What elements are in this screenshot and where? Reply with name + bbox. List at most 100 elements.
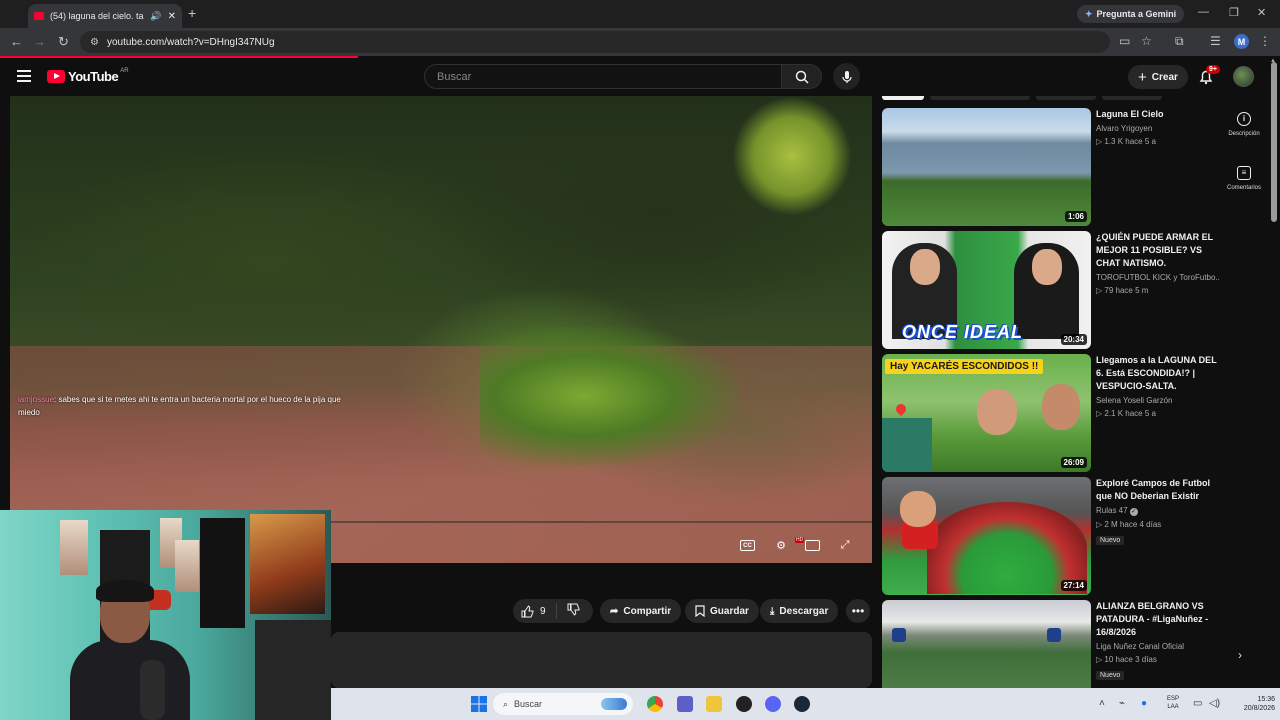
- chip[interactable]: [1036, 96, 1096, 100]
- site-info-icon[interactable]: ⚙: [90, 37, 99, 48]
- save-button[interactable]: Guardar: [685, 599, 759, 623]
- chevron-right-icon[interactable]: ›: [1238, 648, 1242, 662]
- description-panel-button[interactable]: i Descripción: [1222, 112, 1266, 137]
- video-meta: ▷ 2.1 K hace 5 a: [1096, 409, 1156, 418]
- steam-icon[interactable]: [794, 696, 810, 712]
- scrollbar[interactable]: [1271, 62, 1277, 222]
- more-actions-button[interactable]: •••: [846, 599, 870, 623]
- subtitles-icon[interactable]: CC: [740, 540, 755, 551]
- webcam-overlay: [0, 510, 331, 720]
- url-field[interactable]: ⚙ youtube.com/watch?v=DHngI347NUg: [80, 31, 1110, 53]
- youtube-logo[interactable]: YouTube AR: [47, 68, 129, 84]
- like-count: 9: [540, 605, 546, 617]
- theater-mode-icon[interactable]: [805, 540, 820, 551]
- mic-tray-icon[interactable]: ●: [1141, 698, 1147, 709]
- recommendation-item[interactable]: 1:06 Laguna El Cielo Alvaro Yrigoyen ▷ 1…: [882, 108, 1222, 226]
- bookmark-star-icon[interactable]: ☆: [1141, 34, 1152, 48]
- settings-gear-icon[interactable]: ⚙: [772, 538, 790, 552]
- video-meta: ▷ 1.3 K hace 5 a: [1096, 137, 1156, 146]
- cast-icon[interactable]: ▭: [1119, 34, 1130, 48]
- channel-name[interactable]: TOROFUTBOL KICK y ToroFutbo...: [1096, 273, 1220, 282]
- browser-menu-icon[interactable]: ⋮: [1259, 34, 1271, 48]
- minimize-icon[interactable]: —: [1198, 6, 1209, 18]
- video-duration: 1:06: [1064, 211, 1087, 222]
- webcam-body: [70, 640, 190, 720]
- team-logo: [1047, 628, 1061, 642]
- browser-tab[interactable]: (54) laguna del cielo. tartag 🔊 ✕: [28, 4, 182, 28]
- discord-icon[interactable]: [765, 696, 781, 712]
- video-timeline[interactable]: [330, 521, 872, 523]
- window-close-icon[interactable]: ✕: [1257, 6, 1266, 19]
- volume-icon[interactable]: ◁): [1209, 698, 1220, 709]
- reload-icon[interactable]: ↻: [58, 34, 69, 50]
- create-button[interactable]: + Crear: [1128, 65, 1188, 89]
- video-title[interactable]: ALIANZA BELGRANO VS PATADURA - #LigaNuñe…: [1096, 600, 1220, 639]
- clock-date: 20/8/2026: [1243, 705, 1275, 712]
- gemini-button[interactable]: ✦ Pregunta a Gemini: [1077, 5, 1185, 23]
- back-icon[interactable]: ←: [10, 34, 23, 49]
- dislike-button[interactable]: [557, 603, 580, 619]
- video-player[interactable]: iamjossue: sabes que si te metes ahi te …: [10, 96, 872, 563]
- video-thumbnail[interactable]: [882, 600, 1091, 688]
- network-icon[interactable]: ⌁: [1119, 698, 1125, 709]
- description-box[interactable]: [331, 632, 872, 688]
- channel-name[interactable]: Alvaro Yrigoyen: [1096, 124, 1220, 133]
- video-thumbnail[interactable]: Hay YACARÉS ESCONDIDOS !! 26:09: [882, 354, 1091, 472]
- account-avatar[interactable]: [1233, 66, 1254, 87]
- windows-start-icon[interactable]: [471, 696, 487, 712]
- comments-panel-button[interactable]: ≡ Comentarios: [1222, 166, 1266, 191]
- language-indicator[interactable]: ESP LAA: [1167, 695, 1179, 711]
- channel-name[interactable]: Liga Nuñez Canal Oficial: [1096, 642, 1220, 651]
- taskbar-search-text: Buscar: [514, 699, 543, 709]
- recommendation-item[interactable]: ONCE IDEAL 20:34 ¿QUIÉN PUEDE ARMAR EL M…: [882, 231, 1222, 349]
- taskbar-search[interactable]: ⌕ Buscar: [493, 693, 633, 715]
- teams-icon[interactable]: [677, 696, 693, 712]
- new-badge: Nuevo: [1096, 671, 1125, 680]
- tray-chevron-up-icon[interactable]: ˄: [1099, 698, 1105, 709]
- video-thumbnail[interactable]: ONCE IDEAL 20:34: [882, 231, 1091, 349]
- map-pin-icon: [893, 401, 909, 417]
- address-bar-row: ← → ↻ ⚙ youtube.com/watch?v=DHngI347NUg …: [0, 28, 1280, 56]
- video-title[interactable]: Laguna El Cielo: [1096, 108, 1220, 121]
- video-thumbnail[interactable]: 1:06: [882, 108, 1091, 226]
- video-duration: 20:34: [1060, 334, 1087, 345]
- chrome-icon[interactable]: [647, 696, 663, 712]
- chip[interactable]: [930, 96, 1030, 100]
- display-icon[interactable]: ▭: [1193, 698, 1202, 709]
- gemini-label: Pregunta a Gemini: [1096, 9, 1177, 19]
- search-input[interactable]: Buscar: [424, 64, 782, 89]
- voice-search-button[interactable]: [833, 63, 860, 90]
- share-icon: ➦: [610, 605, 619, 617]
- file-explorer-icon[interactable]: [706, 696, 722, 712]
- video-title[interactable]: ¿QUIÉN PUEDE ARMAR EL MEJOR 11 POSIBLE? …: [1096, 231, 1220, 270]
- recommendation-item[interactable]: Hay YACARÉS ESCONDIDOS !! 26:09 Llegamos…: [882, 354, 1222, 472]
- like-button[interactable]: 9: [513, 603, 557, 619]
- forward-icon[interactable]: →: [33, 34, 46, 49]
- channel-name[interactable]: Selena Yoseli Garzón: [1096, 396, 1220, 405]
- extensions-icon[interactable]: ⧉: [1175, 34, 1184, 49]
- chat-username: iamjossue: [18, 395, 55, 404]
- recommendation-item[interactable]: 27:14 Exploré Campos de Futbol que NO De…: [882, 477, 1222, 595]
- close-tab-icon[interactable]: ✕: [168, 11, 176, 22]
- chip-all[interactable]: [882, 96, 924, 100]
- download-button[interactable]: ⤓ Descargar: [760, 599, 839, 623]
- new-tab-icon[interactable]: +: [188, 5, 196, 21]
- search-icon: ⌕: [503, 698, 509, 709]
- taskbar-clock[interactable]: 15:36 20/8/2026: [1231, 695, 1275, 713]
- chip[interactable]: [1102, 96, 1162, 100]
- reading-list-icon[interactable]: ☰: [1210, 34, 1221, 48]
- recommendation-item[interactable]: ALIANZA BELGRANO VS PATADURA - #LigaNuñe…: [882, 600, 1222, 688]
- fullscreen-icon[interactable]: ⤢: [836, 538, 854, 552]
- video-title[interactable]: Llegamos a la LAGUNA DEL 6. Está ESCONDI…: [1096, 354, 1220, 393]
- video-thumbnail[interactable]: 27:14: [882, 477, 1091, 595]
- channel-name-text: Rulas 47: [1096, 506, 1128, 515]
- speaker-icon[interactable]: 🔊: [150, 11, 161, 22]
- restore-icon[interactable]: ❐: [1229, 6, 1239, 19]
- profile-avatar[interactable]: M: [1234, 34, 1249, 49]
- search-button[interactable]: [782, 64, 822, 89]
- menu-hamburger-icon[interactable]: [17, 70, 31, 82]
- share-button[interactable]: ➦ Compartir: [600, 599, 682, 623]
- channel-name[interactable]: Rulas 47 ✓: [1096, 506, 1220, 516]
- video-title[interactable]: Exploré Campos de Futbol que NO Deberian…: [1096, 477, 1220, 503]
- obs-icon[interactable]: [736, 696, 752, 712]
